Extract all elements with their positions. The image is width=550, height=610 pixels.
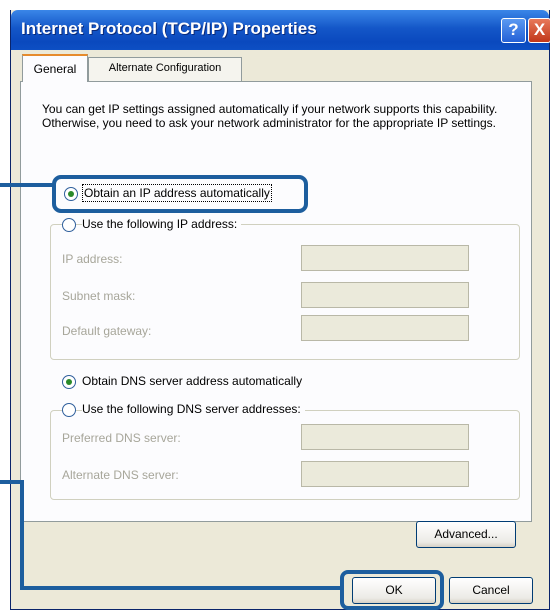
tab-alternate-configuration[interactable]: Alternate Configuration — [88, 57, 242, 81]
alternate-dns-label: Alternate DNS server: — [62, 468, 179, 482]
use-dns-radio[interactable] — [62, 403, 76, 417]
default-gateway-field[interactable] — [301, 315, 469, 341]
subnet-mask-label: Subnet mask: — [62, 289, 136, 303]
alternate-dns-field[interactable] — [301, 461, 469, 487]
annotation-highlight-ok — [340, 570, 444, 610]
annotation-line-horizontal — [20, 586, 342, 590]
use-ip-radio[interactable] — [62, 218, 76, 232]
preferred-dns-label: Preferred DNS server: — [62, 431, 181, 445]
obtain-dns-auto-radio[interactable] — [62, 375, 76, 389]
subnet-mask-field[interactable] — [301, 282, 469, 308]
ip-address-label: IP address: — [62, 252, 123, 266]
obtain-dns-auto-label[interactable]: Obtain DNS server address automatically — [82, 374, 302, 388]
annotation-line-vertical — [20, 480, 24, 590]
annotation-line-top — [0, 183, 54, 187]
annotation-highlight-obtain-ip — [52, 175, 308, 213]
description-text: You can get IP settings assigned automat… — [42, 102, 498, 130]
tab-general[interactable]: General — [22, 54, 88, 82]
cancel-button[interactable]: Cancel — [449, 577, 533, 604]
preferred-dns-field[interactable] — [301, 424, 469, 450]
help-icon[interactable]: ? — [501, 18, 526, 43]
close-icon[interactable]: X — [528, 18, 550, 43]
use-dns-label[interactable]: Use the following DNS server addresses: — [82, 402, 305, 416]
default-gateway-label: Default gateway: — [62, 324, 152, 338]
advanced-button[interactable]: Advanced... — [416, 521, 516, 548]
window-title: Internet Protocol (TCP/IP) Properties — [21, 19, 317, 38]
title-bar[interactable]: Internet Protocol (TCP/IP) Properties ? … — [11, 10, 550, 50]
use-ip-label[interactable]: Use the following IP address: — [82, 217, 242, 231]
ip-address-field[interactable] — [301, 245, 469, 271]
